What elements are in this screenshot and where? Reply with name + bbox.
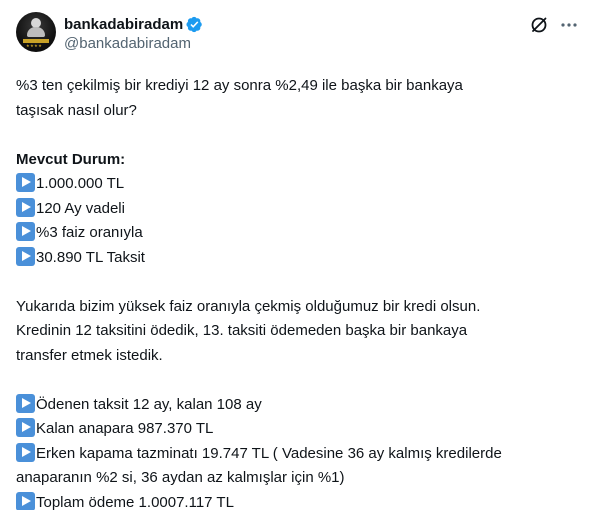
list-item: %3 faiz oranıyla [16,221,580,246]
intro-line-1: %3 ten çekilmiş bir krediyi 12 ay sonra … [16,77,463,94]
paragraph-line-3: transfer etmek istedik. [16,346,163,364]
avatar-stars: ★★★★ [26,43,43,48]
list-item-text: 120 Ay vadeli [36,199,125,217]
list-item-text: Kalan anapara 987.370 TL [36,420,214,437]
tweet-header: ★★★★ bankadabiradam @bankadabiradam [16,12,580,58]
tweet-card: ★★★★ bankadabiradam @bankadabiradam %3 t… [0,0,596,510]
author-names: bankadabiradam @bankadabiradam [64,14,203,54]
play-button-emoji-icon [16,173,35,192]
play-button-emoji-icon [16,442,35,462]
section-title: Mevcut Durum: [16,150,126,168]
list-item-text: Erken kapama tazminatı 19.747 TL ( Vades… [36,444,502,462]
play-button-emoji-icon [16,246,35,266]
play-button-emoji-icon [16,197,35,217]
display-name[interactable]: bankadabiradam [64,16,183,33]
list-item-text: %3 faiz oranıyla [36,224,143,241]
avatar-figure-body [27,27,45,37]
more-options-icon[interactable] [558,14,580,36]
profile-avatar-icon[interactable]: ★★★★ [16,12,56,52]
intro-line-2: taşısak nasıl olur? [16,101,137,119]
list-item: Toplam ödeme 1.0007.117 TL [16,491,580,510]
list-item-text: Ödenen taksit 12 ay, kalan 108 ay [36,395,262,413]
author-handle[interactable]: @bankadabiradam [64,34,203,54]
play-button-emoji-icon [16,393,35,413]
list-item-continuation: anaparanın %2 si, 36 aydan az kalmışlar … [16,469,345,486]
list-item: 1.000.000 TL [16,172,580,197]
list-item: Ödenen taksit 12 ay, kalan 108 ay [16,393,580,418]
list-item-text: Toplam ödeme 1.0007.117 TL [36,493,234,510]
header-actions [520,14,580,36]
verified-badge-icon [186,16,203,33]
list-item: 120 Ay vadeli [16,197,580,222]
play-button-emoji-icon [16,491,35,510]
list-item-text: 30.890 TL Taksit [36,248,145,266]
paragraph-line-1: Yukarıda bizim yüksek faiz oranıyla çekm… [16,297,481,315]
play-button-emoji-icon [16,222,35,241]
list-item-text: 1.000.000 TL [36,175,125,192]
display-name-row: bankadabiradam [64,14,203,34]
list-item: Erken kapama tazminatı 19.747 TL ( Vades… [16,442,580,467]
list-item: Kalan anapara 987.370 TL [16,417,580,442]
paragraph-line-2: Kredinin 12 taksitini ödedik, 13. taksit… [16,322,468,339]
list-item: 30.890 TL Taksit [16,246,580,271]
grok-icon[interactable] [528,14,550,36]
tweet-text: %3 ten çekilmiş bir krediyi 12 ay sonra … [16,74,580,510]
play-button-emoji-icon [16,418,35,437]
